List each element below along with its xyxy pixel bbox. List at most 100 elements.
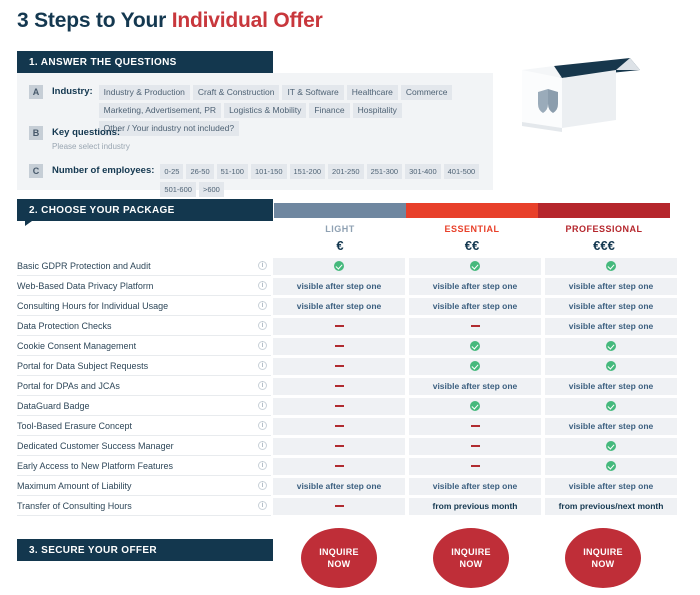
check-icon (470, 361, 480, 371)
info-icon[interactable]: i (258, 381, 267, 390)
employee-chip-3[interactable]: 101-150 (250, 164, 287, 179)
question-a-label: Industry: (52, 86, 93, 97)
package-bar-professional[interactable] (538, 203, 670, 218)
industry-chip-6[interactable]: Logistics & Mobility (224, 103, 307, 118)
feature-label: Portal for DPAs and JCAs (17, 380, 120, 391)
check-icon (606, 261, 616, 271)
employee-chip-10[interactable]: >600 (198, 182, 224, 197)
dash-icon (334, 444, 344, 448)
dash-icon (334, 364, 344, 368)
industry-chip-5[interactable]: Marketing, Advertisement, PR (98, 103, 222, 118)
inquire-now-button-0[interactable]: INQUIRE NOW (301, 528, 377, 588)
package-name-light: LIGHT (325, 224, 355, 234)
info-icon[interactable]: i (258, 361, 267, 370)
page-title-prefix: 3 Steps to Your (17, 9, 172, 32)
package-price-professional: €€€ (593, 238, 615, 253)
check-icon (606, 341, 616, 351)
info-icon[interactable]: i (258, 341, 267, 350)
info-icon[interactable]: i (258, 281, 267, 290)
dash-icon (334, 344, 344, 348)
check-icon (470, 341, 480, 351)
table-row: Portal for DPAs and JCAs i visible after s… (17, 376, 683, 396)
cell-professional-4 (545, 337, 677, 355)
inquire-now-button-1[interactable]: INQUIRE NOW (433, 528, 509, 588)
feature-label: Basic GDPR Protection and Audit (17, 260, 151, 271)
check-icon (606, 401, 616, 411)
employee-chip-6[interactable]: 251-300 (366, 164, 403, 179)
package-bar-light[interactable] (274, 203, 406, 218)
industry-chip-0[interactable]: Industry & Production (98, 85, 190, 100)
cell-essential-1: visible after step one (409, 277, 541, 295)
cell-professional-2: visible after step one (545, 297, 677, 315)
table-row: Consulting Hours for Individual Usage i vi… (17, 296, 683, 316)
page-title: 3 Steps to Your Individual Offer (17, 9, 323, 33)
question-b-note: Please select industry (52, 142, 130, 151)
info-icon[interactable]: i (258, 481, 267, 490)
info-icon[interactable]: i (258, 461, 267, 470)
cell-light-10 (273, 457, 405, 475)
employee-chip-2[interactable]: 51-100 (216, 164, 248, 179)
info-icon[interactable]: i (258, 261, 267, 270)
industry-chip-2[interactable]: IT & Software (282, 85, 344, 100)
cell-essential-8 (409, 417, 541, 435)
package-price-light: € (336, 238, 344, 253)
info-icon[interactable]: i (258, 321, 267, 330)
employee-chip-7[interactable]: 301-400 (405, 164, 441, 179)
employee-chip-5[interactable]: 201-250 (328, 164, 364, 179)
package-price-essential: €€ (464, 238, 480, 253)
employee-chip-1[interactable]: 26-50 (186, 164, 214, 179)
feature-cell-8: Tool-Based Erasure Concept i (17, 416, 271, 436)
cell-professional-12: from previous/next month (545, 497, 677, 515)
employee-chip-9[interactable]: 501-600 (160, 182, 196, 197)
cell-light-8 (273, 417, 405, 435)
feature-label: Maximum Amount of Liability (17, 480, 132, 491)
info-icon[interactable]: i (258, 441, 267, 450)
info-icon[interactable]: i (258, 501, 267, 510)
table-row: Web-Based Data Privacy Platform i visible … (17, 276, 683, 296)
industry-chip-4[interactable]: Commerce (400, 85, 453, 100)
feature-label: Dedicated Customer Success Manager (17, 440, 174, 451)
feature-cell-1: Web-Based Data Privacy Platform i (17, 276, 271, 296)
feature-cell-4: Cookie Consent Management i (17, 336, 271, 356)
table-row: Maximum Amount of Liability i visible afte… (17, 476, 683, 496)
dash-icon (470, 324, 480, 328)
offer-configurator-page: 3 Steps to Your Individual Offer 1. ANSW… (0, 0, 700, 595)
cta-line-1: INQUIRE (583, 547, 623, 557)
check-icon (606, 361, 616, 371)
employee-chip-8[interactable]: 401-500 (443, 164, 480, 179)
feature-label: Transfer of Consulting Hours (17, 500, 132, 511)
cell-essential-9 (409, 437, 541, 455)
feature-label: Portal for Data Subject Requests (17, 360, 149, 371)
package-name-professional: PROFESSIONAL (565, 224, 643, 234)
table-row: Tool-Based Erasure Concept i visible after… (17, 416, 683, 436)
feature-cell-7: DataGuard Badge i (17, 396, 271, 416)
employee-chip-0[interactable]: 0-25 (160, 164, 184, 179)
table-row: Portal for Data Subject Requests i (17, 356, 683, 376)
question-b-letter: B (29, 126, 43, 140)
package-bar-essential[interactable] (406, 203, 538, 218)
cell-professional-10 (545, 457, 677, 475)
dash-icon (334, 324, 344, 328)
cell-light-11: visible after step one (273, 477, 405, 495)
question-employees: C Number of employees: 0-25 26-50 51-100 10… (29, 164, 484, 197)
info-icon[interactable]: i (258, 301, 267, 310)
cell-light-1: visible after step one (273, 277, 405, 295)
feature-cell-10: Early Access to New Platform Features i (17, 456, 271, 476)
info-icon[interactable]: i (258, 421, 267, 430)
cta-line-2: NOW (459, 559, 483, 569)
industry-chip-3[interactable]: Healthcare (346, 85, 398, 100)
info-icon[interactable]: i (258, 401, 267, 410)
cell-essential-3 (409, 317, 541, 335)
step-2-banner: 2. CHOOSE YOUR PACKAGE (17, 199, 273, 226)
cell-essential-0 (409, 257, 541, 275)
table-row: Dedicated Customer Success Manager i (17, 436, 683, 456)
check-icon (606, 461, 616, 471)
industry-chip-8[interactable]: Hospitality (352, 103, 402, 118)
cell-essential-5 (409, 357, 541, 375)
employee-chip-4[interactable]: 151-200 (289, 164, 326, 179)
inquire-now-button-2[interactable]: INQUIRE NOW (565, 528, 641, 588)
industry-chip-1[interactable]: Craft & Construction (192, 85, 280, 100)
package-comparison-table: Basic GDPR Protection and Audit i Web-Base… (17, 256, 683, 516)
table-row: Basic GDPR Protection and Audit i (17, 256, 683, 276)
industry-chip-7[interactable]: Finance (309, 103, 350, 118)
